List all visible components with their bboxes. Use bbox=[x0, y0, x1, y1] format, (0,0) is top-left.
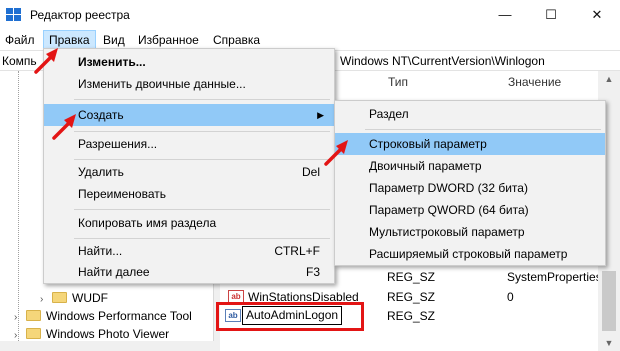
annotation-arrows bbox=[34, 48, 348, 166]
annotation-arrow bbox=[324, 146, 344, 166]
annotation-arrow bbox=[34, 54, 54, 74]
annotation-arrow bbox=[52, 120, 72, 140]
